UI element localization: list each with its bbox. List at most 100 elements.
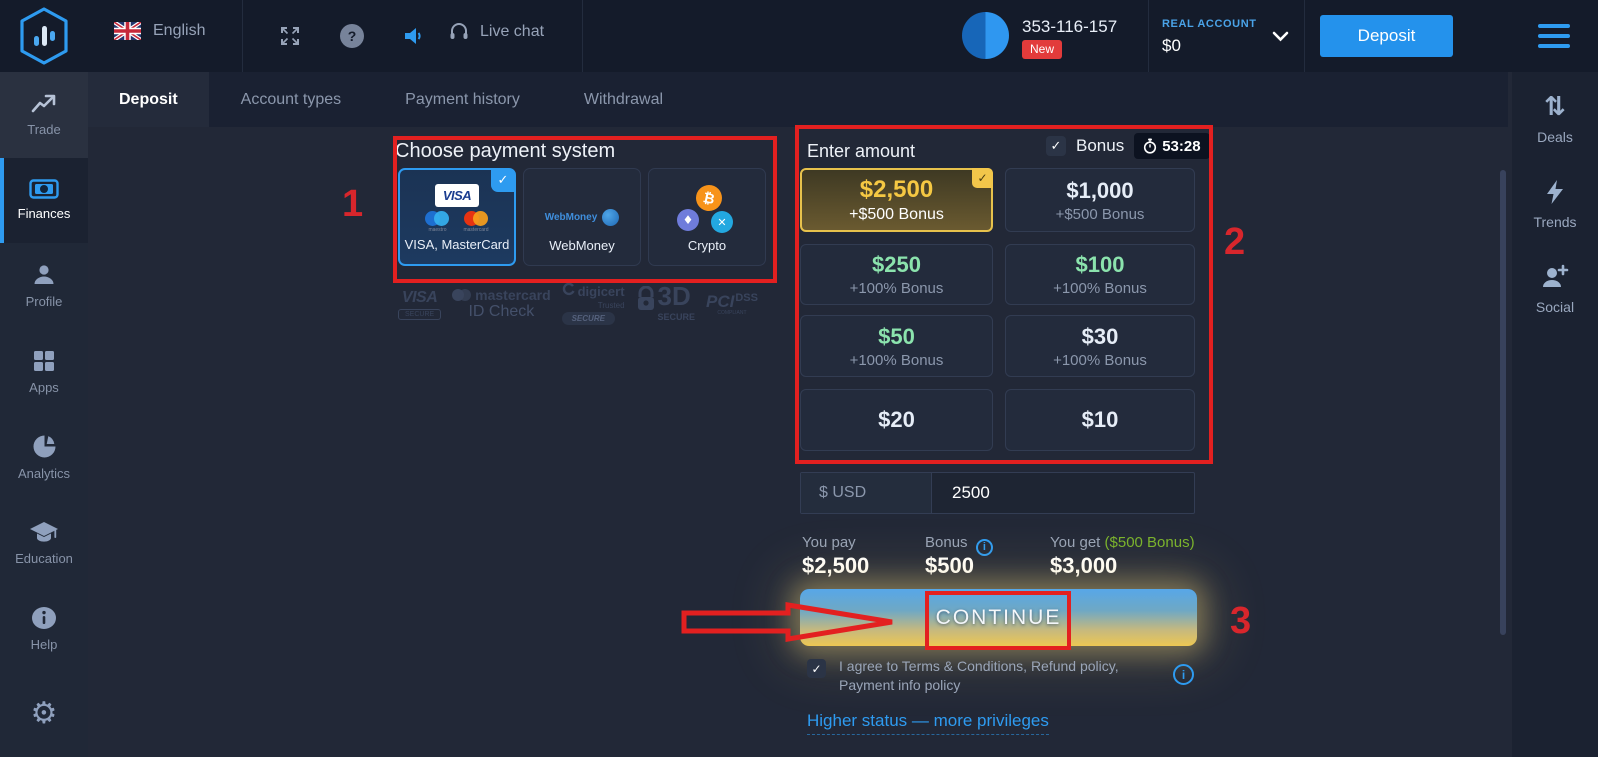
add-user-icon: [1541, 264, 1569, 290]
payment-method-label: VISA, MasterCard: [405, 237, 510, 252]
headset-icon: [448, 21, 470, 43]
payment-method-visa-mastercard[interactable]: ✓ VISA maestro mastercard VISA, MasterCa…: [398, 168, 516, 266]
language-label: English: [153, 22, 205, 40]
top-bar: English ? Live chat 353-116: [0, 0, 1598, 72]
payment-section-title: Choose payment system: [395, 140, 615, 163]
tab-withdrawal[interactable]: Withdrawal: [552, 72, 695, 127]
fullscreen-icon[interactable]: [275, 21, 305, 51]
app-window: English ? Live chat 353-116: [0, 0, 1598, 757]
currency-selector[interactable]: $ USD: [801, 473, 932, 513]
tab-account-types[interactable]: Account types: [209, 72, 374, 127]
continue-button[interactable]: CONTINUE: [800, 589, 1197, 646]
annotation-number-1: 1: [342, 183, 363, 226]
brand-logo-icon[interactable]: [16, 6, 72, 66]
timer-value: 53:28: [1162, 138, 1200, 155]
webmoney-logo: WebMoney: [545, 212, 598, 223]
ethereum-icon: ♦: [677, 209, 699, 231]
sidebar-item-profile[interactable]: Profile: [0, 243, 88, 329]
digicert-badge: digicert Trusted SECURE: [562, 283, 625, 325]
visa-secure-badge: VISA SECURE: [398, 289, 441, 320]
sidebar-item-help[interactable]: Help: [0, 586, 88, 672]
webmoney-globe-icon: [602, 209, 619, 226]
new-badge: New: [1022, 40, 1062, 59]
agreement-text[interactable]: I agree to Terms & Conditions, Refund po…: [839, 657, 1154, 696]
mastercard-logo: mastercard: [463, 211, 488, 233]
mastercard-idcheck-badge: mastercard ID Check: [452, 287, 551, 321]
sound-icon[interactable]: [398, 21, 428, 51]
you-pay-value: $2,500: [802, 553, 869, 579]
divider: [1148, 0, 1149, 72]
payment-methods: ✓ VISA maestro mastercard VISA, MasterCa…: [398, 168, 766, 266]
trust-badges: VISA SECURE mastercard ID Check digicert…: [398, 283, 758, 325]
language-selector[interactable]: English: [114, 22, 205, 40]
tab-payment-history[interactable]: Payment history: [373, 72, 552, 127]
help-info-icon: [31, 606, 57, 630]
amount-section-title: Enter amount: [807, 141, 915, 162]
divider: [582, 0, 583, 72]
annotation-number-3: 3: [1230, 600, 1251, 643]
you-get-value: $3,000: [1050, 553, 1117, 579]
tab-deposit[interactable]: Deposit: [88, 72, 209, 127]
you-pay-label: You pay: [802, 534, 856, 551]
sidebar-item-education[interactable]: Education: [0, 500, 88, 586]
payment-method-crypto[interactable]: ₿ ♦ ✕ Crypto: [648, 168, 766, 266]
education-icon: [29, 520, 59, 544]
preset-30[interactable]: $30+100% Bonus: [1005, 315, 1195, 377]
menu-icon[interactable]: [1538, 24, 1570, 48]
3d-secure-badge: 3DSECURE: [636, 286, 696, 322]
live-chat-button[interactable]: Live chat: [448, 21, 544, 43]
higher-status-link[interactable]: Higher status — more privileges: [807, 711, 1049, 735]
apps-icon: [32, 349, 56, 373]
sidebar-item-finances[interactable]: Finances: [0, 158, 88, 244]
payment-method-label: WebMoney: [549, 238, 615, 253]
bonus-toggle-row: ✓ Bonus 53:28: [1046, 133, 1210, 159]
sidebar-item-apps[interactable]: Apps: [0, 329, 88, 415]
help-icon[interactable]: ?: [337, 21, 367, 51]
preset-50[interactable]: $50+100% Bonus: [800, 315, 993, 377]
preset-1000[interactable]: $1,000+$500 Bonus: [1005, 168, 1195, 232]
deposit-button[interactable]: Deposit: [1320, 15, 1453, 57]
sidebar-item-analytics[interactable]: Analytics: [0, 415, 88, 501]
bonus-checkbox[interactable]: ✓: [1046, 136, 1066, 156]
sidebar-item-trends[interactable]: Trends: [1533, 179, 1576, 230]
visa-logo: VISA: [435, 184, 479, 207]
preset-250[interactable]: $250+100% Bonus: [800, 244, 993, 305]
account-dropdown-chevron-icon[interactable]: [1272, 29, 1289, 47]
account-id: 353-116-157: [1022, 17, 1117, 37]
sidebar-item-deals[interactable]: ⇅ Deals: [1537, 94, 1573, 145]
finances-icon: [29, 179, 59, 199]
preset-20[interactable]: $20: [800, 389, 993, 451]
preset-100[interactable]: $100+100% Bonus: [1005, 244, 1195, 305]
you-get-bonus-note: ($500 Bonus): [1105, 534, 1195, 551]
trade-icon: [31, 93, 57, 115]
sidebar-item-trade[interactable]: Trade: [0, 72, 88, 158]
preset-2500[interactable]: ✓ $2,500+$500 Bonus: [800, 168, 993, 232]
payment-method-webmoney[interactable]: WebMoney WebMoney: [523, 168, 641, 266]
profile-icon: [32, 263, 56, 287]
divider: [242, 0, 243, 72]
uk-flag-icon: [114, 22, 141, 40]
bonus-info-icon[interactable]: i: [976, 539, 993, 556]
you-get-label: You get ($500 Bonus): [1050, 534, 1195, 551]
selected-check-icon: ✓: [972, 168, 993, 188]
preset-10[interactable]: $10: [1005, 389, 1195, 451]
annotation-number-2: 2: [1224, 221, 1245, 264]
agreement-row: ✓ I agree to Terms & Conditions, Refund …: [807, 657, 1207, 696]
avatar[interactable]: [962, 12, 1009, 59]
agreement-checkbox[interactable]: ✓: [807, 659, 826, 678]
account-type-label: REAL ACCOUNT: [1162, 18, 1257, 30]
sidebar-item-social[interactable]: Social: [1536, 264, 1574, 315]
left-sidebar: Trade Finances Profile Apps: [0, 72, 88, 757]
bitcoin-icon: ₿: [694, 183, 725, 214]
deals-icon: ⇅: [1544, 94, 1566, 120]
account-balance: $0: [1162, 36, 1181, 56]
scrollbar[interactable]: [1500, 170, 1506, 635]
agreement-info-icon[interactable]: i: [1173, 664, 1194, 685]
amount-input-group: $ USD: [800, 472, 1195, 514]
lightning-icon: [1544, 179, 1566, 205]
sidebar-item-settings[interactable]: ⚙: [0, 671, 88, 757]
finance-tabs: Deposit Account types Payment history Wi…: [88, 72, 1508, 127]
live-chat-label: Live chat: [480, 23, 544, 41]
ripple-icon: ✕: [711, 211, 733, 233]
amount-input[interactable]: [932, 473, 1194, 513]
